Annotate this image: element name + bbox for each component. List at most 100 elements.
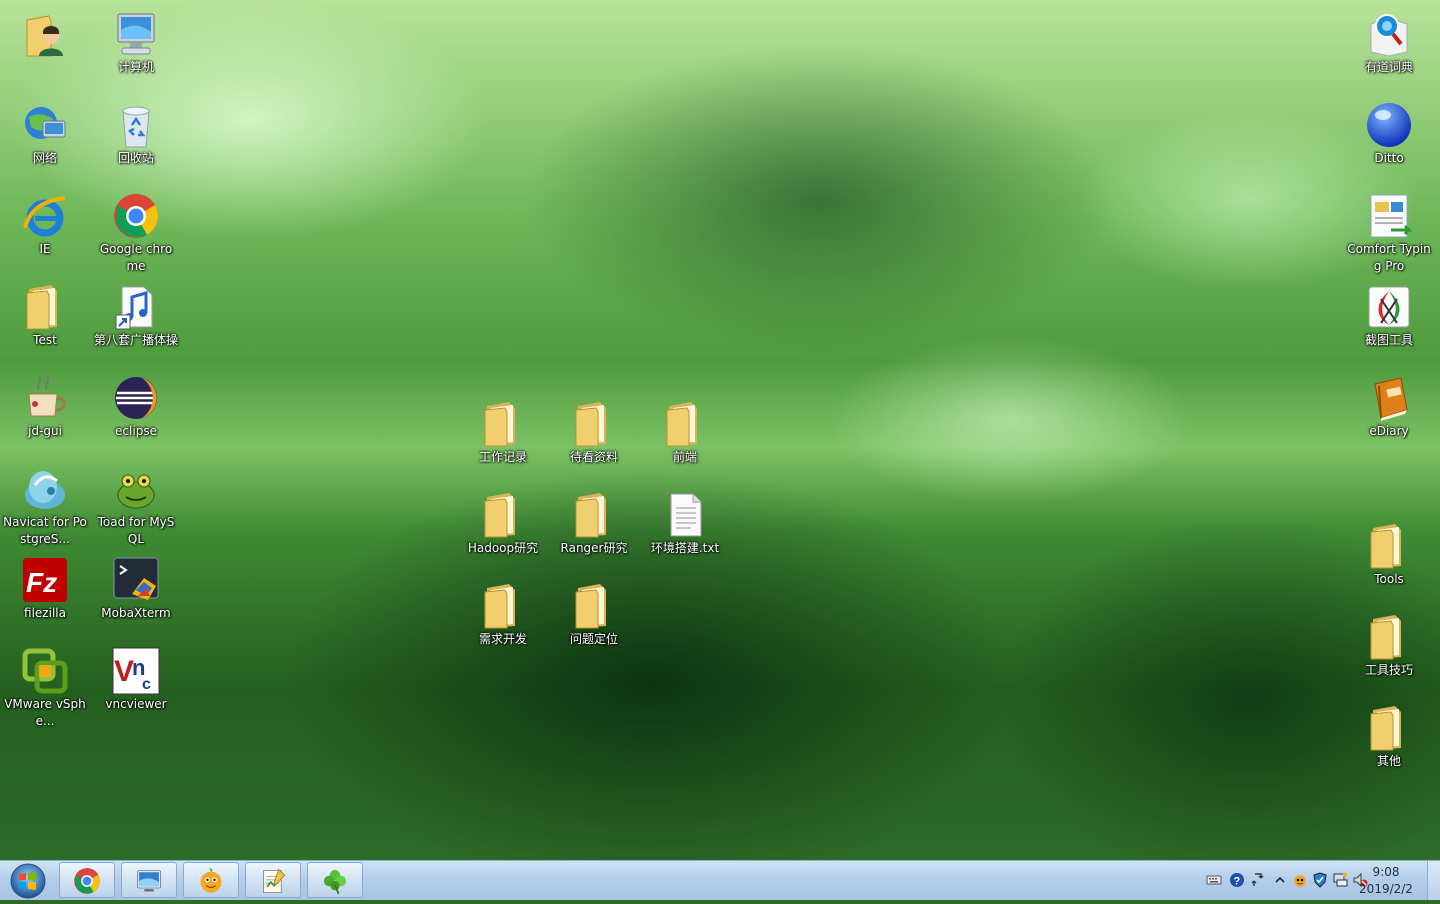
shortcut-label: eDiary (1369, 424, 1409, 438)
filezilla-icon: Fz (21, 556, 69, 604)
vnc-icon: Vnc (112, 647, 160, 695)
desktop-shortcut-tools[interactable]: Tools (1345, 522, 1433, 588)
music-file-icon (112, 283, 160, 331)
user-folder-icon (21, 10, 69, 58)
desktop-shortcut-ie[interactable]: IE (1, 192, 89, 258)
folder-icon (1365, 704, 1413, 752)
desktop-shortcut-ranger研究[interactable]: Ranger研究 (550, 491, 638, 557)
expand-arrow-icon[interactable] (1272, 872, 1288, 888)
desktop-shortcut-ediary[interactable]: eDiary (1345, 374, 1433, 440)
desktop[interactable]: 计算机网络 回收站 IE Google chrome Test 第八套广播体操 jd-gui… (0, 0, 1440, 860)
taskbar-button-remote-desktop[interactable] (121, 862, 177, 898)
shortcut-label: 环境搭建.txt (650, 541, 720, 555)
folder-icon (570, 582, 618, 630)
desktop-shortcut-vmware-vsphe[interactable]: VMware vSphe... (1, 647, 89, 730)
clock-time: 9:08 (1372, 865, 1400, 879)
folder-icon (479, 491, 527, 539)
svg-text:c: c (142, 676, 151, 693)
shortcut-label: 回收站 (117, 151, 154, 165)
shortcut-label: MobaXterm (101, 606, 171, 620)
desktop-shortcut-google-chrome[interactable]: Google chrome (92, 192, 180, 275)
qq-icon[interactable] (1292, 872, 1308, 888)
shortcut-label: Hadoop研究 (467, 541, 539, 555)
desktop-shortcut-计算机[interactable]: 计算机 (92, 10, 180, 76)
ditto-icon (1365, 101, 1413, 149)
desktop-shortcut-回收站[interactable]: 回收站 (92, 101, 180, 167)
shortcut-label: Test (33, 333, 57, 347)
desktop-shortcut-hadoop研究[interactable]: Hadoop研究 (459, 491, 547, 557)
clock[interactable]: 9:08 2019/2/2 (1354, 864, 1418, 898)
taskbar-button-chrome[interactable] (59, 862, 115, 898)
shortcut-label: 待看资料 (569, 450, 618, 464)
navicat-icon (21, 465, 69, 513)
shortcut-label: 前端 (672, 450, 697, 464)
shield-icon[interactable] (1312, 872, 1328, 888)
taskbar-button-clover[interactable] (307, 862, 363, 898)
network-icon[interactable] (1332, 872, 1348, 888)
network-icon (21, 101, 69, 149)
shortcut-label: IE (39, 242, 51, 256)
comfort-typing-icon (1365, 192, 1413, 240)
desktop-shortcut-jd-gui[interactable]: jd-gui (1, 374, 89, 440)
desktop-shortcut-navicat-for-postgres[interactable]: Navicat for PostgreS... (1, 465, 89, 548)
youdao-dictionary-icon (1365, 10, 1413, 58)
recycle-bin-icon (112, 101, 160, 149)
svg-text:Fz: Fz (26, 567, 57, 598)
shortcut-label: Comfort Typing Pro (1347, 242, 1431, 273)
desktop-shortcut-网络[interactable]: 网络 (1, 101, 89, 167)
desktop-shortcut-截图工具[interactable]: 截图工具 (1345, 283, 1433, 349)
snipping-tool-icon (1365, 283, 1413, 331)
taskbar-button-notepad[interactable] (245, 862, 301, 898)
folder-icon (570, 400, 618, 448)
clock-date: 2019/2/2 (1359, 882, 1413, 896)
desktop-shortcut-需求开发[interactable]: 需求开发 (459, 582, 547, 648)
desktop-shortcut-前端[interactable]: 前端 (641, 400, 729, 466)
toad-icon (112, 465, 160, 513)
vmware-icon (21, 647, 69, 695)
desktop-shortcut-user-folder[interactable] (1, 10, 89, 59)
shortcut-label: eclipse (115, 424, 157, 438)
start-button[interactable] (4, 862, 52, 900)
shortcut-label: jd-gui (28, 424, 62, 438)
shortcut-label: 需求开发 (478, 632, 527, 646)
show-desktop-button[interactable] (1427, 861, 1440, 900)
desktop-shortcut-其他[interactable]: 其他 (1345, 704, 1433, 770)
desktop-shortcut-待看资料[interactable]: 待看资料 (550, 400, 638, 466)
desktop-shortcut-filezilla[interactable]: Fz filezilla (1, 556, 89, 622)
desktop-shortcut-工具技巧[interactable]: 工具技巧 (1345, 613, 1433, 679)
shortcut-label: 其他 (1376, 754, 1401, 768)
desktop-shortcut-ditto[interactable]: Ditto (1345, 101, 1433, 167)
desktop-shortcut-eclipse[interactable]: eclipse (92, 374, 180, 440)
shortcut-label: VMware vSphe... (4, 697, 86, 728)
desktop-shortcut-toad-for-mysql[interactable]: Toad for MySQL (92, 465, 180, 548)
desktop-shortcut-vncviewer[interactable]: Vn c vncviewer (92, 647, 180, 713)
taskbar: ? 9:08 2019/2/2 (0, 860, 1440, 900)
shortcut-label: vncviewer (105, 697, 167, 711)
desktop-shortcut-test[interactable]: Test (1, 283, 89, 349)
help-icon[interactable]: ? (1229, 872, 1245, 888)
desktop-shortcut-问题定位[interactable]: 问题定位 (550, 582, 638, 648)
shortcut-label: Toad for MySQL (97, 515, 175, 546)
desktop-shortcut-环境搭建-txt[interactable]: 环境搭建.txt (641, 491, 729, 557)
desktop-shortcut-mobaxterm[interactable]: MobaXterm (92, 556, 180, 622)
shortcut-label: 网络 (32, 151, 57, 165)
coffee-cup-icon (21, 374, 69, 422)
shortcut-label: Ranger研究 (560, 541, 628, 555)
desktop-shortcut-第八套广播体操[interactable]: 第八套广播体操 (92, 283, 180, 349)
folder-icon (21, 283, 69, 331)
taskbar-button-qq-pet[interactable] (183, 862, 239, 898)
desktop-shortcut-comfort-typing-pro[interactable]: Comfort Typing Pro (1345, 192, 1433, 275)
shortcut-label: 计算机 (117, 60, 154, 74)
shortcut-label: filezilla (24, 606, 66, 620)
desktop-shortcut-有道词典[interactable]: 有道词典 (1345, 10, 1433, 76)
shortcut-label: Ditto (1374, 151, 1404, 165)
shortcut-label: 工具技巧 (1364, 663, 1413, 677)
desktop-shortcut-工作记录[interactable]: 工作记录 (459, 400, 547, 466)
network-switch-icon[interactable] (1250, 872, 1266, 888)
folder-icon (479, 582, 527, 630)
folder-icon (1365, 613, 1413, 661)
shortcut-label: Google chrome (99, 242, 173, 273)
shortcut-label: 第八套广播体操 (94, 333, 179, 347)
keyboard-icon[interactable] (1206, 872, 1222, 888)
shortcut-label: Tools (1374, 572, 1404, 586)
